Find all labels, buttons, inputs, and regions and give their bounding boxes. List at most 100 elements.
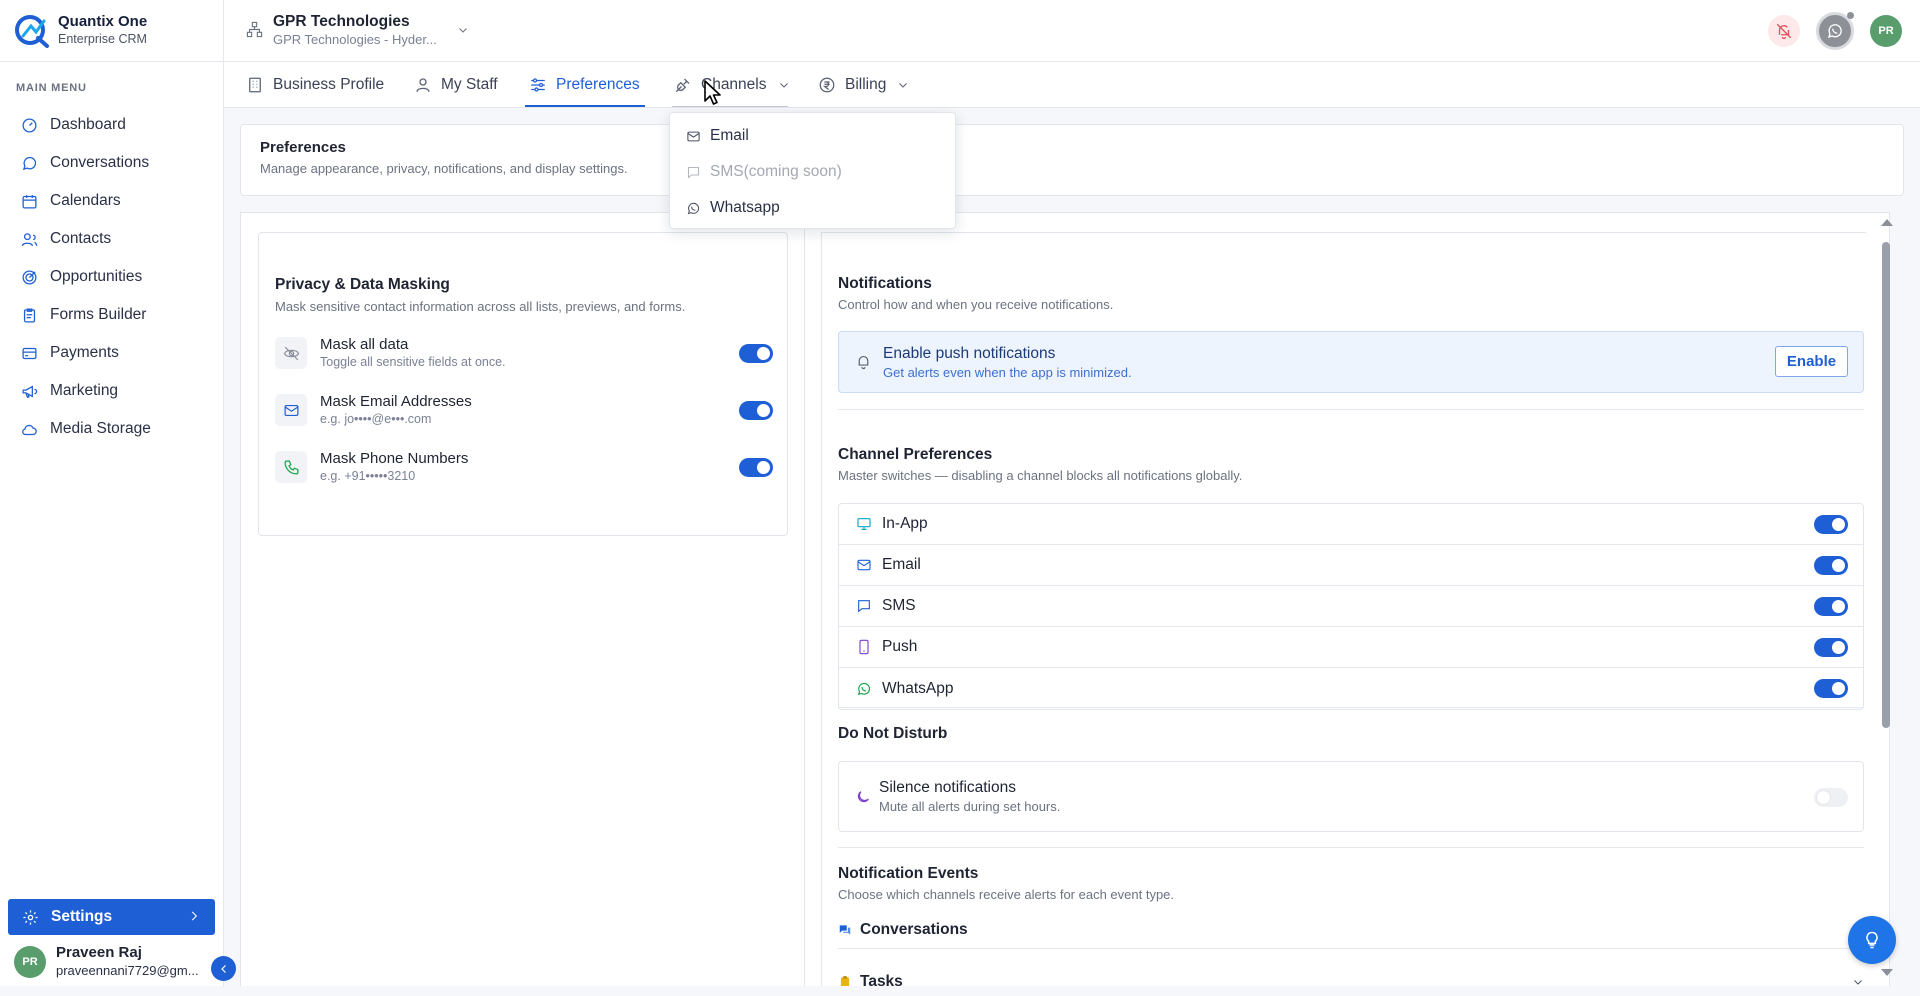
- sidebar-item-label: Forms Builder: [50, 306, 147, 323]
- moon-icon: [857, 791, 869, 803]
- sidebar-item-label: Payments: [50, 344, 119, 361]
- sidebar-item-label: Media Storage: [50, 420, 151, 437]
- sidebar-item-media-storage[interactable]: Media Storage: [0, 410, 224, 448]
- top-bar: GPR Technologies GPR Technologies - Hyde…: [224, 0, 1920, 62]
- silence-toggle[interactable]: [1814, 788, 1848, 807]
- sidebar-item-conversations[interactable]: Conversations: [0, 144, 224, 182]
- mask-all-data-toggle[interactable]: [739, 344, 773, 363]
- settings-tabs: Business Profile My Staff Preferences Ch…: [224, 62, 1920, 108]
- mask-phone-toggle[interactable]: [739, 458, 773, 477]
- header-actions: PR: [1768, 12, 1902, 50]
- notifications-panel: Notifications Control how and when you r…: [804, 213, 1889, 996]
- user-name: Praveen Raj: [56, 944, 142, 961]
- tab-business-profile[interactable]: Business Profile: [246, 62, 384, 108]
- event-label: Conversations: [860, 921, 968, 938]
- enable-push-button[interactable]: Enable: [1775, 346, 1848, 377]
- sidebar-item-dashboard[interactable]: Dashboard: [0, 106, 224, 144]
- push-title: Enable push notifications: [883, 345, 1056, 362]
- menu-item-whatsapp[interactable]: Whatsapp: [686, 196, 780, 220]
- in-app-toggle[interactable]: [1814, 515, 1848, 534]
- avatar: PR: [14, 945, 46, 978]
- card-icon: [22, 347, 37, 359]
- page-title: Preferences: [260, 139, 346, 156]
- whatsapp-icon: [1827, 24, 1842, 39]
- menu-item-sms: SMS(coming soon): [686, 160, 842, 184]
- channel-row-sms: SMS: [839, 586, 1863, 627]
- contacts-icon: [21, 232, 38, 246]
- sidebar-item-payments[interactable]: Payments: [0, 334, 224, 372]
- mask-phone-row: Mask Phone Numbers e.g. +91•••••3210: [275, 447, 773, 487]
- collapse-sidebar-button[interactable]: [211, 956, 236, 981]
- mobile-icon: [859, 639, 869, 655]
- notifications-card: Notifications Control how and when you r…: [821, 232, 1866, 996]
- sidebar-item-opportunities[interactable]: Opportunities: [0, 258, 224, 296]
- scrollbar[interactable]: [1878, 216, 1894, 976]
- push-notifications-banner: Enable push notifications Get alerts eve…: [838, 331, 1864, 393]
- hover-tab-indicator: [672, 106, 788, 107]
- tab-preferences[interactable]: Preferences: [529, 62, 640, 108]
- tab-my-staff[interactable]: My Staff: [414, 62, 498, 108]
- channel-row-push: Push: [839, 627, 1863, 668]
- email-toggle[interactable]: [1814, 556, 1848, 575]
- sidebar-item-forms-builder[interactable]: Forms Builder: [0, 296, 224, 334]
- channel-preferences-subtitle: Master switches — disabling a channel bl…: [838, 468, 1243, 483]
- whatsapp-toggle[interactable]: [1814, 679, 1848, 698]
- chevron-down-icon: [458, 28, 467, 33]
- divider: [838, 948, 1864, 949]
- scroll-up-arrow[interactable]: [1881, 219, 1893, 226]
- mask-email-toggle[interactable]: [739, 401, 773, 420]
- brand[interactable]: Quantix One Enterprise CRM: [14, 12, 147, 48]
- scroll-down-arrow[interactable]: [1881, 969, 1893, 976]
- privacy-card: Privacy & Data Masking Mask sensitive co…: [258, 232, 788, 536]
- page-bottom-edge: [0, 986, 1920, 996]
- whatsapp-icon: [857, 682, 870, 695]
- tab-billing[interactable]: Billing: [818, 62, 909, 108]
- channel-label: Push: [882, 638, 918, 655]
- events-subtitle: Choose which channels receive alerts for…: [838, 887, 1175, 902]
- mask-icon-wrap: [275, 337, 307, 369]
- tab-label: Billing: [845, 76, 887, 93]
- status-dot: [1847, 12, 1854, 19]
- tab-channels[interactable]: Channels: [674, 62, 790, 108]
- channel-label: Email: [882, 556, 921, 573]
- mask-icon-wrap: [275, 394, 307, 426]
- bell-off-icon: [1776, 23, 1792, 40]
- brand-name: Quantix One: [58, 13, 148, 30]
- megaphone-icon: [22, 384, 38, 398]
- sidebar-item-marketing[interactable]: Marketing: [0, 372, 224, 410]
- chevron-right-icon: [191, 911, 198, 921]
- push-toggle[interactable]: [1814, 638, 1848, 657]
- bell-icon: [858, 355, 869, 370]
- chat-bubbles-icon: [839, 925, 851, 935]
- quantix-logo-icon: [15, 15, 49, 48]
- event-row-conversations[interactable]: Conversations: [838, 915, 1864, 945]
- tab-label: My Staff: [441, 76, 498, 93]
- org-switcher[interactable]: GPR Technologies GPR Technologies - Hyde…: [246, 13, 469, 48]
- menu-item-label: Email: [710, 127, 749, 144]
- divider: [838, 707, 1864, 708]
- sidebar-item-settings[interactable]: Settings: [8, 899, 215, 935]
- preferences-header: Preferences Manage appearance, privacy, …: [240, 124, 1904, 196]
- menu-item-email[interactable]: Email: [686, 124, 749, 148]
- help-button[interactable]: [1848, 916, 1896, 964]
- tab-label: Business Profile: [273, 76, 385, 93]
- channel-preferences-title: Channel Preferences: [838, 446, 993, 463]
- dnd-title: Do Not Disturb: [838, 725, 948, 742]
- user-profile[interactable]: PR Praveen Raj praveennani7729@gm...: [14, 944, 199, 979]
- gear-icon: [23, 909, 38, 925]
- building-icon: [249, 77, 261, 93]
- message-icon: [858, 600, 870, 613]
- channel-row-whatsapp: WhatsApp: [839, 668, 1863, 709]
- sidebar-item-contacts[interactable]: Contacts: [0, 220, 224, 258]
- sidebar-item-label: Dashboard: [50, 116, 126, 133]
- brand-subtitle: Enterprise CRM: [58, 32, 147, 46]
- sms-toggle[interactable]: [1814, 597, 1848, 616]
- scroll-thumb[interactable]: [1882, 242, 1890, 728]
- whatsapp-status-button[interactable]: [1816, 12, 1854, 50]
- sliders-icon: [531, 78, 545, 92]
- header-avatar[interactable]: PR: [1870, 15, 1902, 47]
- mask-label: Mask Email Addresses: [320, 393, 472, 410]
- sidebar-item-calendars[interactable]: Calendars: [0, 182, 224, 220]
- privacy-subtitle: Mask sensitive contact information acros…: [275, 299, 686, 314]
- notifications-muted-button[interactable]: [1768, 15, 1800, 47]
